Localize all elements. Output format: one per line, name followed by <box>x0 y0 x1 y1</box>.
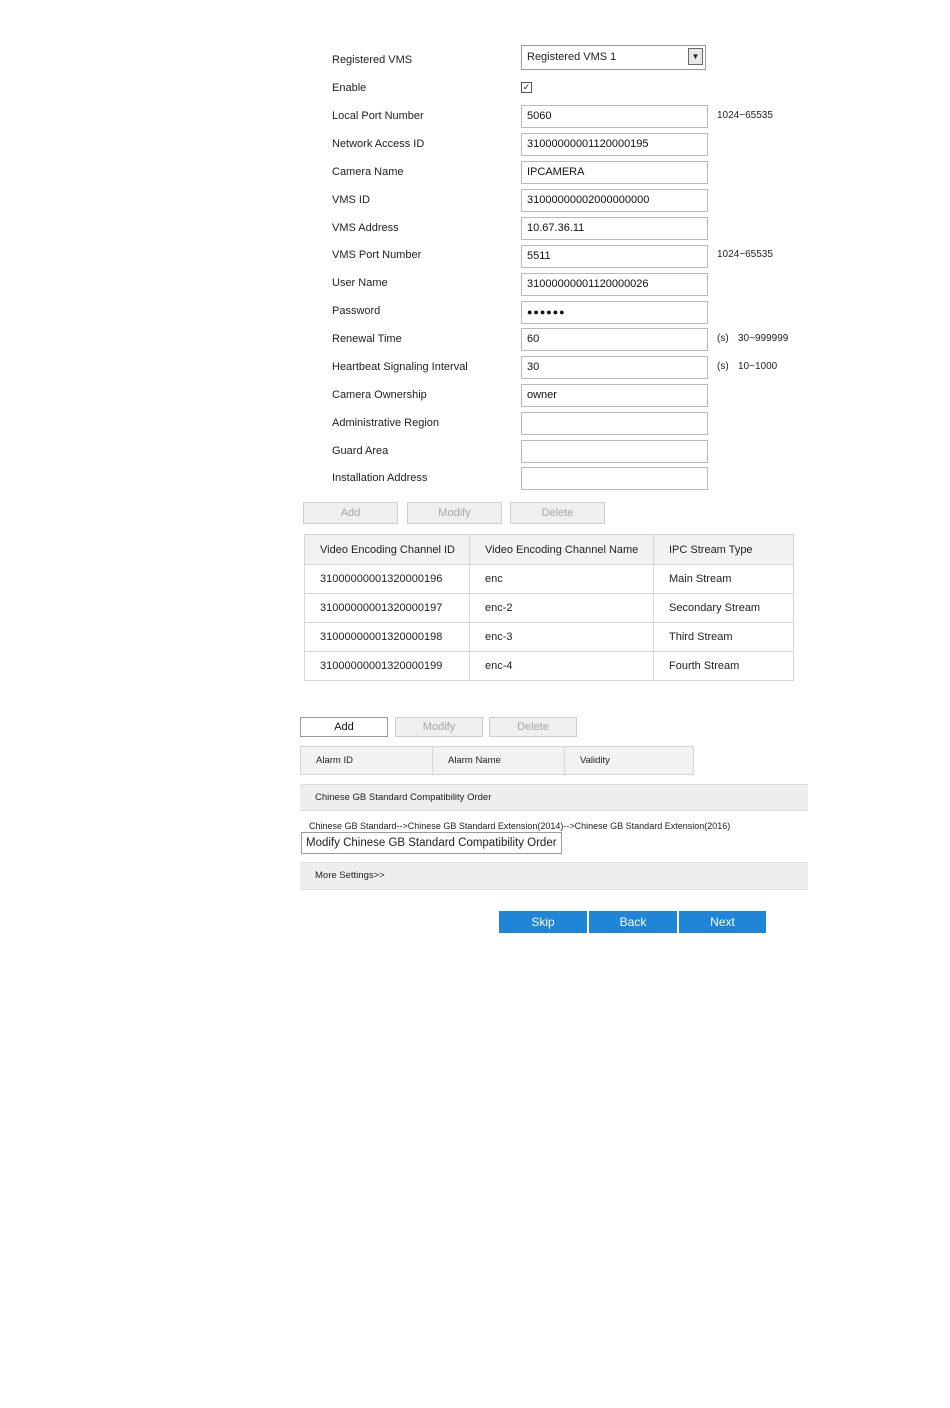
channel-name-cell: enc-4 <box>469 651 654 681</box>
heartbeat-unit: (s) <box>717 361 729 372</box>
guard-area-input[interactable] <box>521 440 708 463</box>
compat-section-title: Chinese GB Standard Compatibility Order <box>315 792 492 803</box>
camera-name-input[interactable]: IPCAMERA <box>521 161 708 184</box>
camera-name-label: Camera Name <box>332 166 404 178</box>
compat-order-text: Chinese GB Standard-->Chinese GB Standar… <box>309 821 731 831</box>
camera-ownership-input[interactable]: owner <box>521 384 708 407</box>
channel-id-cell: 31000000001320000198 <box>304 622 470 652</box>
channel-id-cell: 31000000001320000197 <box>304 593 470 623</box>
validity-header: Validity <box>564 746 694 775</box>
stream-type-cell: Fourth Stream <box>653 651 794 681</box>
vms-id-input[interactable]: 31000000002000000000 <box>521 189 708 212</box>
password-label: Password <box>332 305 381 317</box>
alarm-add-button[interactable]: Add <box>300 717 388 737</box>
table-row[interactable]: 31000000001320000196 enc Main Stream <box>304 564 794 594</box>
channel-id-cell: 31000000001320000199 <box>304 651 470 681</box>
chevron-down-icon[interactable]: ▼ <box>688 48 703 65</box>
registered-vms-label: Registered VMS <box>332 54 413 66</box>
local-port-hint: 1024~65535 <box>717 110 773 121</box>
alarm-name-header: Alarm Name <box>432 746 565 775</box>
local-port-input[interactable]: 5060 <box>521 105 708 128</box>
vms-port-hint: 1024~65535 <box>717 249 773 260</box>
more-settings-link[interactable]: More Settings>> <box>315 870 385 881</box>
stream-type-cell: Secondary Stream <box>653 593 794 623</box>
channel-id-cell: 31000000001320000196 <box>304 564 470 594</box>
channel-add-button[interactable]: Add <box>303 502 398 524</box>
install-address-label: Installation Address <box>332 472 428 484</box>
table-row[interactable]: 31000000001320000198 enc-3 Third Stream <box>304 622 794 652</box>
renewal-time-input[interactable]: 60 <box>521 328 708 351</box>
more-settings-bar[interactable]: More Settings>> <box>300 862 808 890</box>
table-row[interactable]: 31000000001320000197 enc-2 Secondary Str… <box>304 593 794 623</box>
heartbeat-hint: 10~1000 <box>738 361 778 372</box>
channel-id-header: Video Encoding Channel ID <box>304 534 470 565</box>
network-access-id-input[interactable]: 31000000001120000195 <box>521 133 708 156</box>
stream-type-cell: Main Stream <box>653 564 794 594</box>
alarm-modify-button[interactable]: Modify <box>395 717 483 737</box>
next-button[interactable]: Next <box>679 911 766 933</box>
network-access-id-label: Network Access ID <box>332 138 425 150</box>
channel-name-cell: enc-2 <box>469 593 654 623</box>
channel-delete-button[interactable]: Delete <box>510 502 605 524</box>
renewal-time-unit: (s) <box>717 333 729 344</box>
registered-vms-value: Registered VMS 1 <box>527 51 617 63</box>
renewal-time-hint: 30~999999 <box>738 333 789 344</box>
channel-table: Video Encoding Channel ID Video Encoding… <box>304 534 794 681</box>
channel-name-cell: enc-3 <box>469 622 654 652</box>
skip-button[interactable]: Skip <box>499 911 587 933</box>
install-address-input[interactable] <box>521 467 708 490</box>
heartbeat-label: Heartbeat Signaling Interval <box>332 361 468 373</box>
channel-table-header: Video Encoding Channel ID Video Encoding… <box>304 534 794 565</box>
vms-address-input[interactable]: 10.67.36.11 <box>521 217 708 240</box>
compat-section-header: Chinese GB Standard Compatibility Order <box>300 784 808 811</box>
vms-port-label: VMS Port Number <box>332 249 422 261</box>
local-port-label: Local Port Number <box>332 110 424 122</box>
alarm-table: Alarm ID Alarm Name Validity <box>300 746 694 775</box>
table-row[interactable]: 31000000001320000199 enc-4 Fourth Stream <box>304 651 794 681</box>
heartbeat-input[interactable]: 30 <box>521 356 708 379</box>
stream-type-header: IPC Stream Type <box>653 534 794 565</box>
vms-id-label: VMS ID <box>332 194 370 206</box>
alarm-table-header: Alarm ID Alarm Name Validity <box>300 746 694 775</box>
stream-type-cell: Third Stream <box>653 622 794 652</box>
user-name-label: User Name <box>332 277 388 289</box>
channel-name-header: Video Encoding Channel Name <box>469 534 654 565</box>
channel-modify-button[interactable]: Modify <box>407 502 502 524</box>
renewal-time-label: Renewal Time <box>332 333 402 345</box>
modify-compat-order-button[interactable]: Modify Chinese GB Standard Compatibility… <box>301 832 562 854</box>
registered-vms-select[interactable]: Registered VMS 1 ▼ <box>521 45 706 70</box>
back-button[interactable]: Back <box>589 911 677 933</box>
enable-label: Enable <box>332 82 367 94</box>
camera-ownership-label: Camera Ownership <box>332 389 427 401</box>
guard-area-label: Guard Area <box>332 445 389 457</box>
alarm-id-header: Alarm ID <box>300 746 433 775</box>
vms-address-label: VMS Address <box>332 222 399 234</box>
alarm-delete-button[interactable]: Delete <box>489 717 577 737</box>
password-input[interactable]: ●●●●●● <box>521 301 708 324</box>
admin-region-label: Administrative Region <box>332 417 439 429</box>
admin-region-input[interactable] <box>521 412 708 435</box>
enable-checkbox[interactable]: ✓ <box>521 82 532 93</box>
user-name-input[interactable]: 31000000001120000026 <box>521 273 708 296</box>
vms-port-input[interactable]: 5511 <box>521 245 708 268</box>
channel-name-cell: enc <box>469 564 654 594</box>
